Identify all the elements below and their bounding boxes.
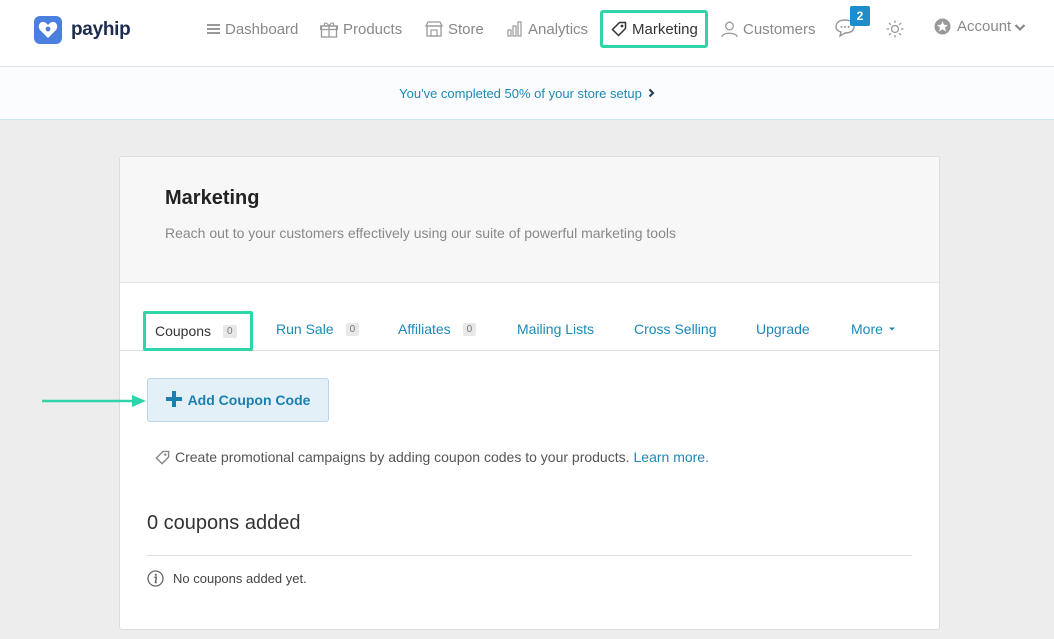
tag-icon bbox=[155, 450, 170, 465]
chevron-right-icon bbox=[648, 88, 655, 98]
sun-icon bbox=[886, 20, 904, 38]
tab-cross-selling-label: Cross Selling bbox=[634, 321, 717, 337]
payhip-logo[interactable]: payhip bbox=[34, 16, 131, 44]
nav-marketing[interactable]: Marketing bbox=[600, 10, 708, 48]
tab-run-sale-label: Run Sale bbox=[276, 321, 334, 337]
tab-more[interactable]: More bbox=[851, 321, 896, 337]
analytics-icon bbox=[507, 21, 522, 37]
empty-state-text: No coupons added yet. bbox=[173, 571, 307, 586]
marketing-tabs: Coupons 0 Run Sale 0 Affiliates 0 Mailin… bbox=[120, 283, 939, 351]
nav-marketing-label: Marketing bbox=[632, 20, 698, 38]
nav-customers[interactable]: Customers bbox=[721, 18, 816, 40]
add-coupon-button[interactable]: Add Coupon Code bbox=[147, 378, 329, 422]
tab-affiliates-label: Affiliates bbox=[398, 321, 451, 337]
tab-cross-selling[interactable]: Cross Selling bbox=[634, 321, 716, 337]
nav-analytics-label: Analytics bbox=[528, 20, 589, 38]
tab-mailing-lists[interactable]: Mailing Lists bbox=[517, 321, 594, 337]
account-menu[interactable]: Account bbox=[934, 18, 1026, 35]
tab-affiliates-count: 0 bbox=[462, 322, 477, 336]
nav-dashboard-label: Dashboard bbox=[225, 20, 299, 38]
nav-store-label: Store bbox=[448, 20, 484, 38]
page-subtitle: Reach out to your customers effectively … bbox=[165, 225, 676, 241]
theme-toggle[interactable] bbox=[886, 20, 904, 43]
tab-run-sale[interactable]: Run Sale 0 bbox=[276, 321, 360, 337]
coupon-info: Create promotional campaigns by adding c… bbox=[155, 449, 709, 465]
tab-upgrade-label: Upgrade bbox=[756, 321, 810, 337]
top-navigation-bar: payhip Dashboard Products Store Analytic… bbox=[0, 0, 1054, 67]
notification-badge[interactable]: 2 bbox=[850, 6, 870, 26]
nav-customers-label: Customers bbox=[743, 20, 816, 38]
coupons-count-heading: 0 coupons added bbox=[147, 512, 301, 534]
caret-down-icon bbox=[888, 327, 895, 331]
gift-icon bbox=[320, 21, 338, 38]
tab-coupons-label: Coupons bbox=[155, 323, 212, 339]
nav-products[interactable]: Products bbox=[320, 18, 402, 40]
page-title: Marketing bbox=[165, 187, 260, 209]
tag-icon bbox=[611, 21, 627, 37]
nav-products-label: Products bbox=[343, 20, 403, 38]
info-icon bbox=[147, 570, 164, 587]
add-coupon-label: Add Coupon Code bbox=[187, 392, 311, 408]
empty-state: No coupons added yet. bbox=[147, 570, 307, 587]
chevron-down-icon bbox=[1014, 23, 1026, 31]
payhip-logo-icon bbox=[34, 16, 62, 44]
menu-icon bbox=[207, 24, 220, 34]
card-header: Marketing Reach out to your customers ef… bbox=[120, 157, 939, 283]
marketing-card: Marketing Reach out to your customers ef… bbox=[119, 156, 940, 630]
divider bbox=[147, 555, 912, 556]
tab-mailing-lists-label: Mailing Lists bbox=[517, 321, 595, 337]
nav-analytics[interactable]: Analytics bbox=[507, 18, 588, 40]
tab-more-label: More bbox=[851, 321, 883, 337]
plus-icon bbox=[165, 389, 182, 411]
user-icon bbox=[721, 21, 738, 37]
pointer-arrow-icon bbox=[42, 395, 146, 407]
coupon-info-text: Create promotional campaigns by adding c… bbox=[175, 449, 630, 465]
setup-progress-banner[interactable]: You've completed 50% of your store setup bbox=[0, 67, 1054, 120]
account-star-icon bbox=[934, 18, 951, 35]
tab-coupons-count: 0 bbox=[223, 324, 237, 338]
setup-progress-text: You've completed 50% of your store setup bbox=[399, 85, 642, 101]
logo-text: payhip bbox=[71, 19, 131, 40]
tab-upgrade[interactable]: Upgrade bbox=[756, 321, 810, 337]
store-icon bbox=[425, 21, 443, 37]
nav-dashboard[interactable]: Dashboard bbox=[207, 18, 298, 40]
tab-coupons[interactable]: Coupons 0 bbox=[143, 311, 253, 351]
tab-run-sale-count: 0 bbox=[345, 322, 360, 336]
nav-store[interactable]: Store bbox=[425, 18, 484, 40]
account-label: Account bbox=[957, 18, 1012, 35]
tab-affiliates[interactable]: Affiliates 0 bbox=[398, 321, 477, 337]
learn-more-link[interactable]: Learn more. bbox=[634, 449, 709, 465]
